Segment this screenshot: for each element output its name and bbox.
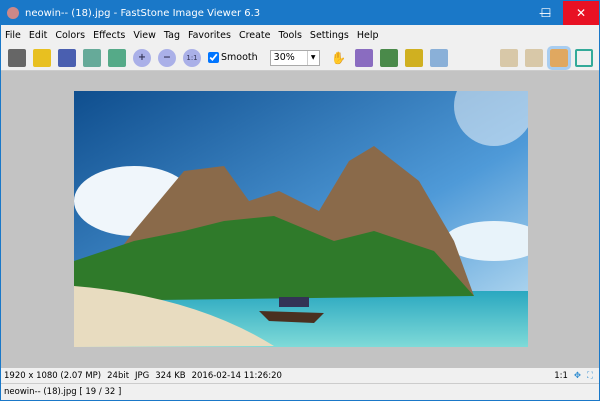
file-position: neowin-- (18).jpg [ 19 / 32 ] <box>4 387 122 397</box>
menu-edit[interactable]: Edit <box>25 30 51 41</box>
close-button[interactable]: ✕ <box>563 1 599 25</box>
file-format: JPG <box>135 370 150 381</box>
footer-bar: neowin-- (18).jpg [ 19 / 32 ] <box>1 384 599 400</box>
smooth-check[interactable] <box>208 52 219 63</box>
open-folder-icon[interactable] <box>33 48 51 67</box>
image-dimensions: 1920 x 1080 (2.07 MP) <box>4 370 102 381</box>
actual-size-icon[interactable]: 1:1 <box>183 48 201 67</box>
menu-tag[interactable]: Tag <box>160 30 184 41</box>
tag-icon[interactable] <box>429 48 448 67</box>
menu-tools[interactable]: Tools <box>275 30 306 41</box>
thumbnail-view-icon[interactable] <box>525 48 543 67</box>
toolbar: + − 1:1 Smooth 30% ▼ ✋ <box>1 45 599 71</box>
browser-view-icon[interactable] <box>500 48 518 67</box>
chevron-down-icon[interactable]: ▼ <box>306 50 319 65</box>
slideshow-icon[interactable] <box>354 48 373 67</box>
menu-colors[interactable]: Colors <box>51 30 89 41</box>
zoom-out-icon[interactable]: − <box>158 48 176 67</box>
next-icon[interactable] <box>108 48 126 67</box>
hand-tool-icon[interactable]: ✋ <box>330 49 348 67</box>
window-title: neowin-- (18).jpg - FastStone Image View… <box>25 7 261 19</box>
zoom-in-icon[interactable]: + <box>133 48 151 67</box>
zoom-value: 30% <box>273 52 295 63</box>
zoom-select[interactable]: 30% ▼ <box>269 49 320 66</box>
photo <box>74 91 528 347</box>
menu-create[interactable]: Create <box>235 30 275 41</box>
bit-depth: 24bit <box>107 370 130 381</box>
image-view-icon[interactable] <box>547 45 571 70</box>
actual-size-button[interactable]: 1:1 <box>554 371 568 381</box>
crop-icon[interactable] <box>404 48 423 67</box>
smooth-checkbox[interactable]: Smooth <box>208 52 258 63</box>
menu-bar: File Edit Colors Effects View Tag Favori… <box>1 25 599 45</box>
app-icon <box>7 7 19 19</box>
file-size: 324 KB <box>155 370 186 381</box>
menu-file[interactable]: File <box>1 30 25 41</box>
menu-help[interactable]: Help <box>353 30 383 41</box>
maximize-button[interactable]: ☐ <box>528 1 564 25</box>
smooth-label: Smooth <box>221 52 258 63</box>
camera-icon[interactable] <box>8 48 26 67</box>
menu-settings[interactable]: Settings <box>306 30 353 41</box>
fit-icon[interactable]: ✥ <box>574 371 581 381</box>
title-bar: neowin-- (18).jpg - FastStone Image View… <box>1 1 599 25</box>
save-icon[interactable] <box>58 48 76 67</box>
menu-view[interactable]: View <box>129 30 160 41</box>
status-bar: 1920 x 1080 (2.07 MP) 24bit JPG 324 KB 2… <box>1 368 599 384</box>
fullscreen-icon[interactable] <box>575 48 593 67</box>
file-datetime: 2016-02-14 11:26:20 <box>191 370 282 381</box>
menu-effects[interactable]: Effects <box>89 30 129 41</box>
image-viewport[interactable] <box>1 71 599 368</box>
menu-favorites[interactable]: Favorites <box>184 30 235 41</box>
fullscreen-small-icon[interactable]: ⛶ <box>587 371 593 381</box>
previous-icon[interactable] <box>83 48 101 67</box>
compare-icon[interactable] <box>379 48 398 67</box>
